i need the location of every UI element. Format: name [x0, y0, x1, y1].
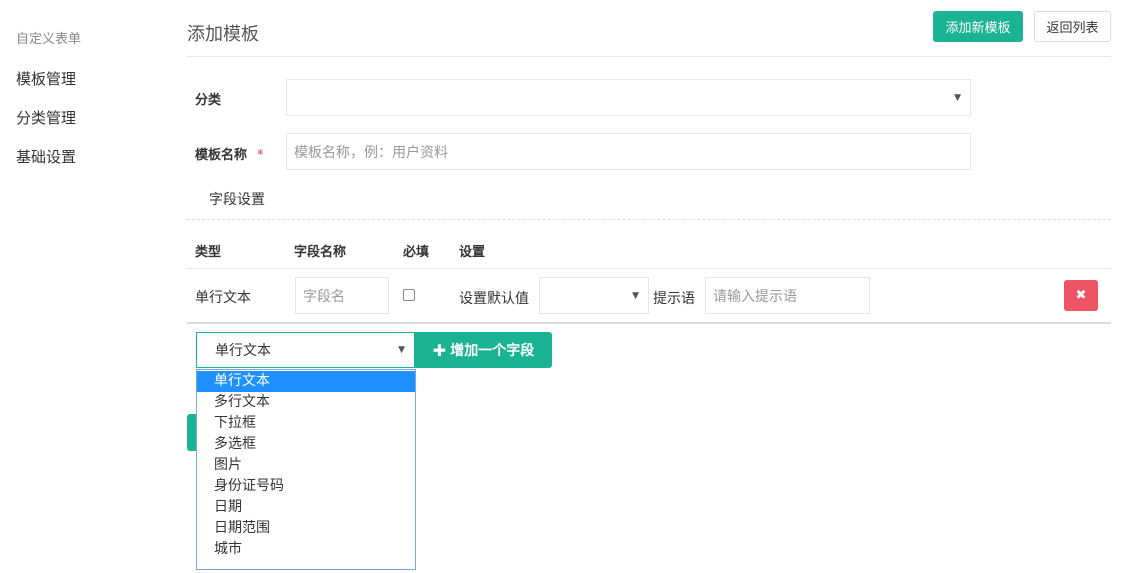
dropdown-option[interactable]: 日期 — [197, 497, 415, 518]
chevron-down-icon: ▼ — [398, 345, 405, 355]
table-bottom-divider — [187, 322, 1111, 324]
hint-label: 提示语 — [653, 291, 695, 307]
template-name-label-text: 模板名称 — [195, 148, 248, 163]
category-select[interactable]: ▼ — [286, 79, 971, 116]
required-mark: * — [257, 148, 264, 163]
chevron-down-icon: ▼ — [632, 290, 639, 301]
column-header-field-name: 字段名称 — [294, 245, 347, 260]
column-header-type: 类型 — [195, 245, 222, 260]
required-checkbox[interactable] — [403, 289, 415, 301]
sidebar-item-category-management[interactable]: 分类管理 — [16, 107, 76, 128]
field-type-text: 单行文本 — [195, 290, 251, 306]
header-divider — [187, 56, 1111, 57]
template-name-placeholder: 模板名称，例：用户资料 — [294, 144, 448, 161]
close-icon: ✖ — [1075, 288, 1087, 303]
back-to-list-button[interactable]: 返回列表 — [1034, 11, 1111, 42]
dropdown-option[interactable]: 身份证号码 — [197, 476, 415, 497]
column-header-required: 必填 — [403, 245, 430, 260]
dropdown-option[interactable]: 图片 — [197, 455, 415, 476]
add-field-button-label: 增加一个字段 — [450, 343, 535, 359]
dropdown-option[interactable]: 单行文本 — [197, 371, 415, 392]
sidebar-item-basic-settings[interactable]: 基础设置 — [16, 146, 76, 167]
field-name-placeholder: 字段名 — [303, 288, 345, 305]
delete-field-button[interactable]: ✖ — [1064, 280, 1098, 311]
column-header-settings: 设置 — [459, 245, 486, 260]
dropdown-option[interactable]: 多行文本 — [197, 392, 415, 413]
field-name-input[interactable]: 字段名 — [295, 277, 389, 314]
add-field-button[interactable]: ✚ 增加一个字段 — [415, 332, 552, 368]
sidebar: 自定义表单 模板管理 分类管理 基础设置 — [0, 0, 170, 573]
default-value-select[interactable]: ▼ — [539, 277, 649, 314]
dropdown-option[interactable]: 下拉框 — [197, 413, 415, 434]
hint-placeholder: 请输入提示语 — [713, 288, 797, 305]
field-type-select-value: 单行文本 — [215, 343, 271, 359]
sidebar-item-template-management[interactable]: 模板管理 — [16, 68, 76, 89]
chevron-down-icon: ▼ — [954, 92, 961, 103]
page-title: 添加模板 — [187, 24, 259, 45]
table-header-divider — [187, 268, 1111, 269]
field-type-dropdown: 单行文本 多行文本 下拉框 多选框 图片 身份证号码 日期 日期范围 城市 — [196, 369, 416, 570]
field-type-select[interactable]: 单行文本 ▼ — [196, 332, 415, 368]
default-value-label: 设置默认值 — [459, 291, 529, 307]
dropdown-option[interactable]: 日期范围 — [197, 518, 415, 539]
section-divider — [187, 219, 1111, 220]
plus-icon: ✚ — [432, 340, 447, 360]
hint-input[interactable]: 请输入提示语 — [705, 277, 870, 314]
field-settings-label: 字段设置 — [209, 192, 265, 208]
sidebar-heading: 自定义表单 — [16, 32, 82, 47]
category-label: 分类 — [195, 93, 222, 108]
template-name-input[interactable]: 模板名称，例：用户资料 — [286, 133, 971, 170]
dropdown-option[interactable]: 多选框 — [197, 434, 415, 455]
template-name-label: 模板名称 * — [195, 144, 264, 163]
dropdown-option[interactable]: 城市 — [197, 539, 415, 560]
add-new-template-button[interactable]: 添加新模板 — [933, 11, 1023, 42]
